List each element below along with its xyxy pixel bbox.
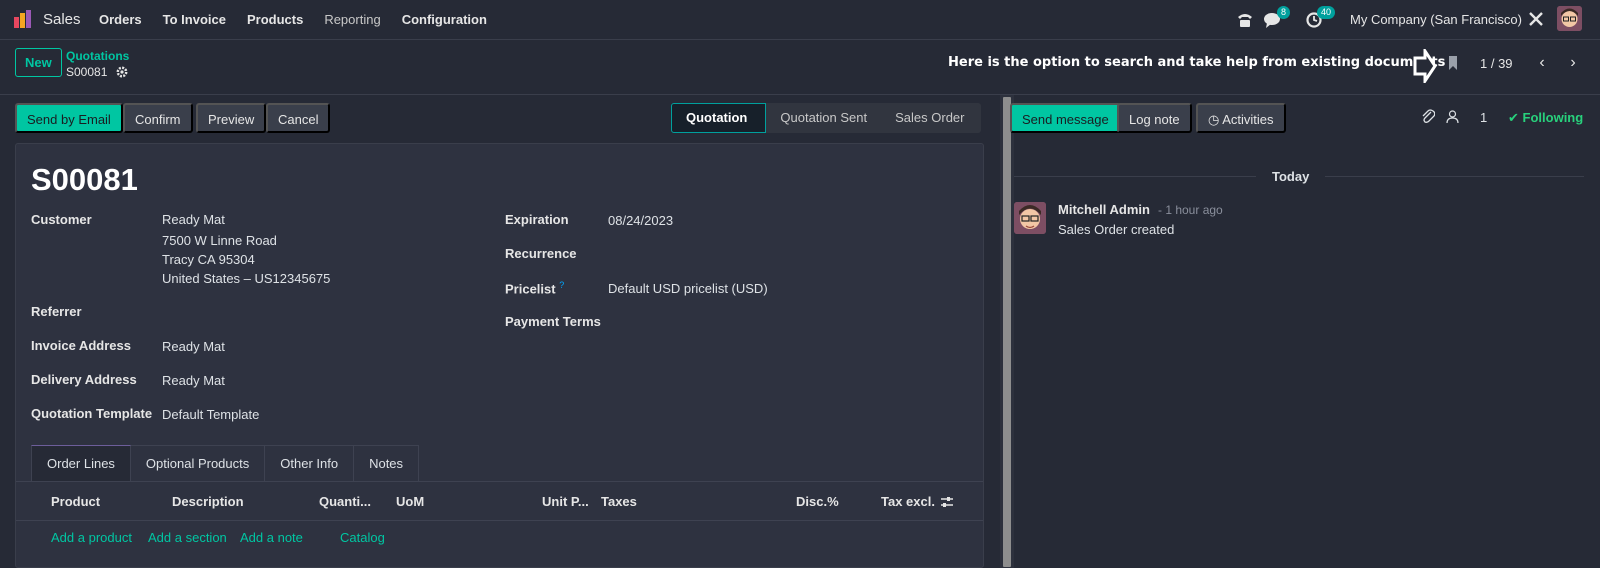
check-icon: ✔ — [1508, 110, 1519, 125]
following-label: Following — [1522, 110, 1584, 125]
form-sheet: S00081 Customer Ready Mat 7500 W Linne R… — [15, 143, 984, 568]
delivery-address-field[interactable]: Ready Mat — [162, 371, 225, 390]
arrow-right-icon — [1413, 49, 1437, 83]
form-scrollbar[interactable] — [1000, 95, 1014, 568]
column-unit-price[interactable]: Unit P... — [542, 494, 589, 509]
user-avatar-image — [1557, 6, 1582, 31]
quotation-template-field[interactable]: Default Template — [162, 405, 259, 424]
pager-previous-button[interactable]: ‹ — [1531, 52, 1553, 74]
bookmark-icon[interactable] — [1447, 55, 1459, 71]
menu-configuration[interactable]: Configuration — [402, 12, 487, 27]
add-note-link[interactable]: Add a note — [240, 530, 303, 545]
expiration-field[interactable]: 08/24/2023 — [608, 211, 673, 230]
add-product-link[interactable]: Add a product — [51, 530, 132, 545]
message-time: - 1 hour ago — [1158, 203, 1223, 217]
sales-app-icon[interactable] — [14, 10, 32, 28]
column-uom[interactable]: UoM — [396, 494, 424, 509]
column-quantity[interactable]: Quanti... — [319, 494, 371, 509]
table-header-divider — [16, 520, 983, 521]
chatter-panel: Send message Log note ◷ Activities 1 ✔ F… — [1010, 95, 1600, 568]
customer-name: Ready Mat — [162, 212, 225, 227]
tab-optional-products[interactable]: Optional Products — [130, 445, 266, 481]
company-switcher[interactable]: My Company (San Francisco) — [1350, 12, 1522, 27]
customer-city: Tracy CA 95304 — [162, 252, 255, 267]
message-author-avatar[interactable] — [1014, 202, 1046, 234]
stage-quotation-sent[interactable]: Quotation Sent — [766, 103, 881, 133]
document-title: S00081 — [31, 162, 138, 197]
pricelist-field[interactable]: Default USD pricelist (USD) — [608, 279, 768, 298]
delivery-address-label: Delivery Address — [31, 372, 137, 387]
gear-icon[interactable] — [116, 66, 128, 78]
paperclip-icon[interactable] — [1421, 108, 1435, 124]
debug-tools-icon[interactable] — [1528, 11, 1544, 27]
quotation-template-label: Quotation Template — [31, 406, 153, 421]
customer-street: 7500 W Linne Road — [162, 233, 277, 248]
form-view: Send by Email Confirm Preview Cancel Quo… — [0, 95, 1000, 568]
customer-country: United States – US12345675 — [162, 271, 331, 286]
preview-button[interactable]: Preview — [196, 103, 267, 133]
send-message-button[interactable]: Send message — [1010, 103, 1121, 133]
new-button[interactable]: New — [15, 48, 62, 77]
breadcrumb-quotations[interactable]: Quotations — [66, 49, 129, 63]
referrer-label: Referrer — [31, 304, 82, 319]
pager-value[interactable]: 1 / 39 — [1480, 56, 1513, 71]
following-button[interactable]: ✔ Following — [1508, 110, 1583, 126]
customer-field[interactable]: Ready Mat 7500 W Linne Road Tracy CA 953… — [162, 210, 330, 288]
pricelist-label-text: Pricelist — [505, 281, 556, 297]
column-taxes[interactable]: Taxes — [601, 494, 637, 509]
followers-icon[interactable] — [1446, 110, 1459, 123]
day-label: Today — [1256, 169, 1326, 184]
user-avatar[interactable] — [1557, 6, 1582, 31]
app-name[interactable]: Sales — [43, 11, 81, 28]
recurrence-label: Recurrence — [505, 246, 577, 261]
help-icon[interactable]: ? — [559, 280, 564, 290]
tab-order-lines[interactable]: Order Lines — [31, 445, 131, 481]
invoice-address-label: Invoice Address — [31, 338, 131, 353]
activities-badge: 40 — [1317, 6, 1336, 19]
add-section-link[interactable]: Add a section — [148, 530, 227, 545]
notebook-tabs: Order Lines Optional Products Other Info… — [31, 445, 420, 481]
optional-columns-icon[interactable] — [940, 495, 954, 509]
stage-quotation[interactable]: Quotation — [671, 103, 767, 133]
column-tax-excl[interactable]: Tax excl. — [881, 494, 935, 509]
catalog-link[interactable]: Catalog — [340, 530, 385, 545]
messages-badge: 8 — [1277, 6, 1291, 19]
activities-button[interactable]: ◷ Activities — [1196, 103, 1286, 133]
column-description[interactable]: Description — [172, 494, 244, 509]
confirm-button[interactable]: Confirm — [123, 103, 193, 133]
tab-divider — [16, 481, 983, 482]
menu-to-invoice[interactable]: To Invoice — [163, 12, 226, 27]
expiration-label: Expiration — [505, 212, 569, 227]
stage-sales-order[interactable]: Sales Order — [881, 103, 978, 133]
tab-other-info[interactable]: Other Info — [265, 445, 355, 481]
send-by-email-button[interactable]: Send by Email — [15, 103, 123, 133]
message-body: Sales Order created — [1058, 222, 1175, 237]
breadcrumb-current: S00081 — [66, 65, 108, 79]
tab-notes[interactable]: Notes — [354, 445, 420, 481]
clock-icon: ◷ — [1208, 112, 1220, 127]
main-menu: Orders To Invoice Products Reporting Con… — [99, 12, 508, 27]
column-product[interactable]: Product — [51, 494, 100, 509]
menu-reporting[interactable]: Reporting — [324, 12, 380, 27]
follower-count[interactable]: 1 — [1480, 110, 1487, 125]
top-navbar: Sales Orders To Invoice Products Reporti… — [0, 0, 1600, 40]
column-discount[interactable]: Disc.% — [796, 494, 839, 509]
message-author[interactable]: Mitchell Admin — [1058, 202, 1150, 217]
control-panel: New Quotations S00081 Here is the option… — [0, 40, 1600, 95]
cancel-button[interactable]: Cancel — [266, 103, 331, 133]
log-note-button[interactable]: Log note — [1117, 103, 1192, 133]
author-avatar-image — [1014, 202, 1046, 234]
menu-products[interactable]: Products — [247, 12, 303, 27]
menu-orders[interactable]: Orders — [99, 12, 142, 27]
pricelist-label: Pricelist ? — [505, 280, 564, 296]
customer-label: Customer — [31, 212, 92, 227]
pager-next-button[interactable]: › — [1562, 52, 1584, 74]
annotation-text: Here is the option to search and take he… — [948, 55, 1446, 70]
invoice-address-field[interactable]: Ready Mat — [162, 337, 225, 356]
phone-icon[interactable] — [1236, 12, 1254, 28]
scrollbar-thumb[interactable] — [1003, 97, 1011, 567]
status-bar: Quotation Quotation Sent Sales Order — [671, 103, 981, 133]
activities-label: Activities — [1222, 112, 1274, 127]
payment-terms-label: Payment Terms — [505, 314, 601, 329]
